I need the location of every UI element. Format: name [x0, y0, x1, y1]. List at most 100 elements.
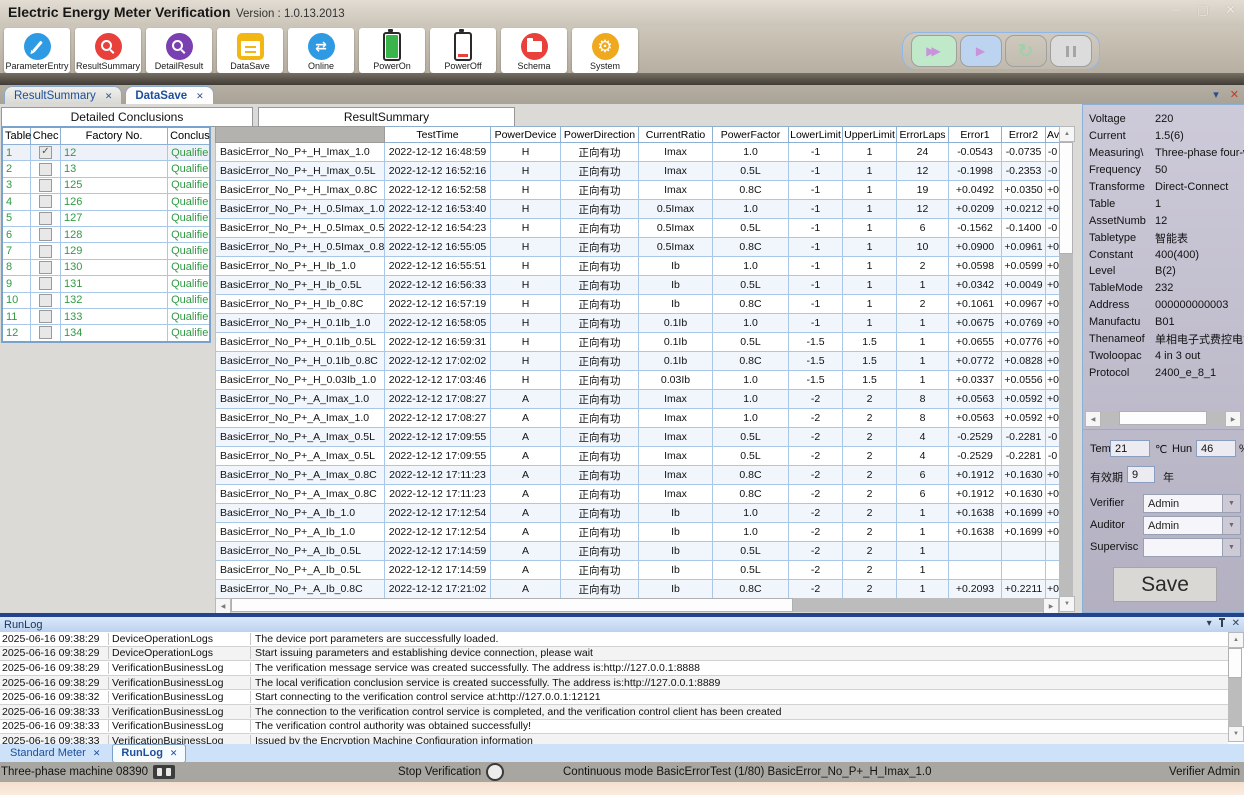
minimize-button[interactable]: ─ — [1172, 2, 1181, 18]
tab-close-icon[interactable]: ✕ — [1230, 88, 1239, 101]
row-checkbox[interactable] — [39, 245, 52, 258]
tab-close-icon[interactable]: ✕ — [93, 748, 101, 759]
table-row[interactable]: 6128Qualifie — [2, 226, 210, 242]
log-row[interactable]: 2025-06-16 09:38:29VerificationBusinessL… — [0, 676, 1228, 691]
tab-resultsummary[interactable]: ResultSummary✕ — [4, 86, 122, 105]
dropdown-arrow-icon[interactable]: ▼ — [1222, 516, 1241, 535]
scroll-up-icon[interactable]: ▲ — [1228, 632, 1244, 648]
result-row[interactable]: BasicError_No_P+_H_Imax_0.8C2022-12-12 1… — [216, 181, 1060, 200]
log-row[interactable]: 2025-06-16 09:38:33VerificationBusinessL… — [0, 720, 1228, 735]
result-row[interactable]: BasicError_No_P+_A_Ib_0.5L2022-12-12 17:… — [216, 561, 1060, 580]
result-row[interactable]: BasicError_No_P+_H_Ib_0.8C2022-12-12 16:… — [216, 295, 1060, 314]
result-row[interactable]: BasicError_No_P+_H_0.1Ib_0.5L2022-12-12 … — [216, 333, 1060, 352]
row-checkbox[interactable] — [39, 294, 52, 307]
result-row[interactable]: BasicError_No_P+_A_Imax_0.8C2022-12-12 1… — [216, 485, 1060, 504]
result-row[interactable]: BasicError_No_P+_A_Imax_0.5L2022-12-12 1… — [216, 428, 1060, 447]
result-row[interactable]: BasicError_No_P+_H_Imax_0.5L2022-12-12 1… — [216, 162, 1060, 181]
scrollbar-thumb[interactable] — [1059, 142, 1073, 254]
row-checkbox[interactable] — [39, 195, 52, 208]
online-button[interactable]: ⇄Online — [288, 28, 354, 73]
log-row[interactable]: 2025-06-16 09:38:29DeviceOperationLogsTh… — [0, 632, 1228, 647]
table-row[interactable]: 12134Qualifie — [2, 325, 210, 342]
poweroff-button[interactable]: PowerOff — [430, 28, 496, 73]
humidity-input[interactable]: 46 — [1196, 440, 1236, 457]
pin-icon[interactable] — [1221, 620, 1223, 627]
schema-button[interactable]: Schema — [501, 28, 567, 73]
table-row[interactable]: 3125Qualifie — [2, 177, 210, 193]
stop-indicator-icon[interactable] — [486, 763, 504, 781]
table-row[interactable]: 10132Qualifie — [2, 292, 210, 308]
dropdown-arrow-icon[interactable]: ▼ — [1222, 494, 1241, 513]
scrollbar-thumb[interactable] — [231, 598, 793, 612]
log-row[interactable]: 2025-06-16 09:38:29VerificationBusinessL… — [0, 661, 1228, 676]
detailresult-button[interactable]: DetailResult — [146, 28, 212, 73]
dropdown-arrow-icon[interactable]: ▼ — [1222, 538, 1241, 557]
play-button[interactable]: ▶ — [960, 35, 1002, 67]
panel-close-icon[interactable]: ✕ — [1232, 618, 1240, 629]
tab-datasave[interactable]: DataSave✕ — [125, 86, 213, 105]
panel-menu-icon[interactable]: ▾ — [1207, 618, 1212, 629]
panel-horizontal-scrollbar[interactable]: ◀ ▶ — [1085, 411, 1241, 425]
table-row[interactable]: 5127Qualifie — [2, 210, 210, 226]
table-row[interactable]: 4126Qualifie — [2, 194, 210, 210]
table-row[interactable]: 1✓12Qualifie — [2, 145, 210, 161]
result-row[interactable]: BasicError_No_P+_A_Imax_0.8C2022-12-12 1… — [216, 466, 1060, 485]
table-row[interactable]: 11133Qualifie — [2, 308, 210, 324]
loop-button[interactable]: ↻ — [1005, 35, 1047, 67]
result-row[interactable]: BasicError_No_P+_H_0.03Ib_1.02022-12-12 … — [216, 371, 1060, 390]
log-row[interactable]: 2025-06-16 09:38:33VerificationBusinessL… — [0, 734, 1228, 744]
result-row[interactable]: BasicError_No_P+_A_Imax_0.5L2022-12-12 1… — [216, 447, 1060, 466]
scrollbar-thumb[interactable] — [1228, 648, 1242, 678]
parameterentry-button[interactable]: ParameterEntry — [4, 28, 70, 73]
result-row[interactable]: BasicError_No_P+_H_Imax_1.02022-12-12 16… — [216, 143, 1060, 162]
verifier-dropdown[interactable]: Admin ▼ — [1143, 494, 1241, 513]
row-checkbox[interactable] — [39, 163, 52, 176]
row-checkbox[interactable]: ✓ — [39, 146, 52, 159]
result-row[interactable]: BasicError_No_P+_A_Ib_0.8C2022-12-12 17:… — [216, 580, 1060, 599]
table-row[interactable]: 8130Qualifie — [2, 259, 210, 275]
row-checkbox[interactable] — [39, 228, 52, 241]
runlog-vertical-scrollbar[interactable]: ▲ ▼ — [1228, 632, 1242, 742]
validity-input[interactable]: 9 — [1127, 466, 1155, 483]
table-row[interactable]: 7129Qualifie — [2, 243, 210, 259]
scroll-left-icon[interactable]: ◀ — [1085, 411, 1101, 427]
tab-close-icon[interactable]: ✕ — [196, 91, 204, 102]
bottom-tab-standard-meter[interactable]: Standard Meter✕ — [2, 745, 108, 762]
result-row[interactable]: BasicError_No_P+_H_0.5Imax_0.5L2022-12-1… — [216, 219, 1060, 238]
bottom-tab-runlog[interactable]: RunLog✕ — [112, 744, 186, 763]
resultsummary-button[interactable]: ResultSummary — [75, 28, 141, 73]
poweron-button[interactable]: PowerOn — [359, 28, 425, 73]
maximize-button[interactable]: ▢ — [1197, 2, 1209, 18]
table-row[interactable]: 213Qualifie — [2, 161, 210, 177]
tab-list-dropdown-icon[interactable]: ▾ — [1213, 88, 1219, 101]
table-row[interactable]: 9131Qualifie — [2, 276, 210, 292]
scroll-up-icon[interactable]: ▲ — [1059, 126, 1075, 142]
log-row[interactable]: 2025-06-16 09:38:29DeviceOperationLogsSt… — [0, 647, 1228, 662]
table-horizontal-scrollbar[interactable]: ◀ ▶ — [215, 598, 1059, 612]
result-row[interactable]: BasicError_No_P+_H_0.5Imax_0.8C2022-12-1… — [216, 238, 1060, 257]
result-row[interactable]: BasicError_No_P+_H_0.1Ib_1.02022-12-12 1… — [216, 314, 1060, 333]
row-checkbox[interactable] — [39, 261, 52, 274]
tab-close-icon[interactable]: ✕ — [170, 748, 178, 759]
row-checkbox[interactable] — [39, 277, 52, 290]
temperature-input[interactable]: 21 — [1110, 440, 1150, 457]
scroll-right-icon[interactable]: ▶ — [1043, 598, 1059, 614]
scroll-down-icon[interactable]: ▼ — [1228, 726, 1244, 742]
pause-button[interactable] — [1050, 35, 1092, 67]
result-row[interactable]: BasicError_No_P+_A_Imax_1.02022-12-12 17… — [216, 390, 1060, 409]
row-checkbox[interactable] — [39, 310, 52, 323]
datasave-button[interactable]: DataSave — [217, 28, 283, 73]
supervisor-dropdown[interactable]: ▼ — [1143, 538, 1241, 557]
row-checkbox[interactable] — [39, 212, 52, 225]
table-vertical-scrollbar[interactable]: ▲ ▼ — [1059, 126, 1073, 612]
row-checkbox[interactable] — [39, 179, 52, 192]
tab-close-icon[interactable]: ✕ — [105, 91, 113, 102]
result-row[interactable]: BasicError_No_P+_H_0.5Imax_1.02022-12-12… — [216, 200, 1060, 219]
scroll-left-icon[interactable]: ◀ — [215, 598, 231, 614]
fast-forward-button[interactable]: ▶▶ — [911, 35, 957, 67]
auditor-dropdown[interactable]: Admin ▼ — [1143, 516, 1241, 535]
result-row[interactable]: BasicError_No_P+_H_Ib_0.5L2022-12-12 16:… — [216, 276, 1060, 295]
scrollbar-thumb[interactable] — [1119, 411, 1207, 425]
log-row[interactable]: 2025-06-16 09:38:32VerificationBusinessL… — [0, 690, 1228, 705]
row-checkbox[interactable] — [39, 326, 52, 339]
